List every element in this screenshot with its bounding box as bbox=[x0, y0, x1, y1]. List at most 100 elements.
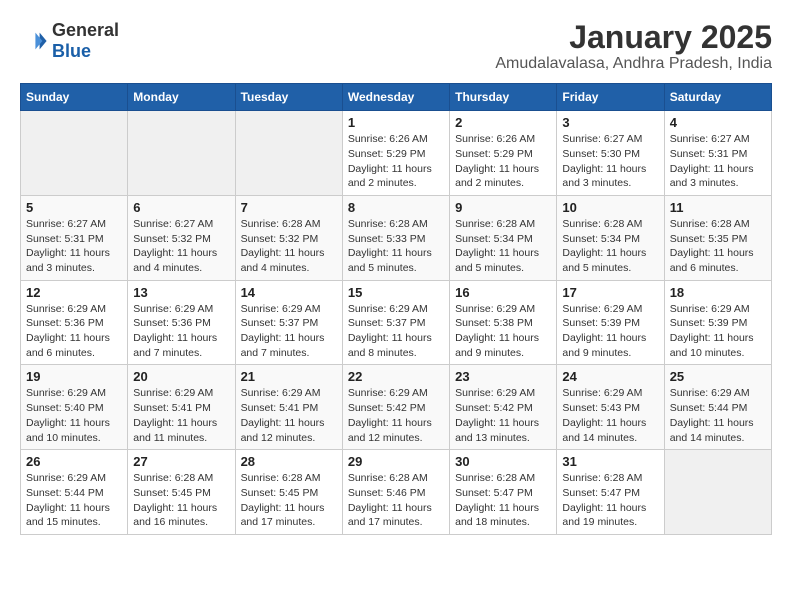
day-number: 4 bbox=[670, 115, 766, 130]
day-header-wednesday: Wednesday bbox=[342, 84, 449, 111]
calendar-cell: 15Sunrise: 6:29 AM Sunset: 5:37 PM Dayli… bbox=[342, 280, 449, 365]
day-number: 2 bbox=[455, 115, 551, 130]
calendar-week-row: 26 Sunrise: 6:29 AM Sunset: 5:44 PM Dayli… bbox=[21, 450, 772, 535]
day-number: 30 bbox=[455, 454, 551, 469]
day-number: 16 bbox=[455, 285, 551, 300]
day-info: Sunrise: 6:28 AM Sunset: 5:32 PM Dayligh… bbox=[241, 217, 337, 276]
calendar-table: SundayMondayTuesdayWednesdayThursdayFrid… bbox=[20, 83, 772, 535]
day-number: 21 bbox=[241, 369, 337, 384]
calendar-cell: 4 Sunrise: 6:27 AM Sunset: 5:31 PM Daylig… bbox=[664, 111, 771, 196]
day-number: 20 bbox=[133, 369, 229, 384]
day-number: 19 bbox=[26, 369, 122, 384]
calendar-week-row: 5 Sunrise: 6:27 AM Sunset: 5:31 PM Daylig… bbox=[21, 195, 772, 280]
calendar-cell: 20 Sunrise: 6:29 AM Sunset: 5:41 PM Dayli… bbox=[128, 365, 235, 450]
day-number: 13 bbox=[133, 285, 229, 300]
month-title: January 2025 bbox=[495, 20, 772, 55]
logo-blue: Blue bbox=[52, 41, 119, 62]
calendar-cell: 31Sunrise: 6:28 AM Sunset: 5:47 PM Dayli… bbox=[557, 450, 664, 535]
calendar-cell: 22 Sunrise: 6:29 AM Sunset: 5:42 PM Dayli… bbox=[342, 365, 449, 450]
calendar-week-row: 19Sunrise: 6:29 AM Sunset: 5:40 PM Dayli… bbox=[21, 365, 772, 450]
day-number: 28 bbox=[241, 454, 337, 469]
calendar-cell: 7Sunrise: 6:28 AM Sunset: 5:32 PM Daylig… bbox=[235, 195, 342, 280]
calendar-cell: 27Sunrise: 6:28 AM Sunset: 5:45 PM Dayli… bbox=[128, 450, 235, 535]
day-info: Sunrise: 6:28 AM Sunset: 5:35 PM Dayligh… bbox=[670, 217, 766, 276]
day-info: Sunrise: 6:29 AM Sunset: 5:41 PM Dayligh… bbox=[133, 386, 229, 445]
day-number: 9 bbox=[455, 200, 551, 215]
calendar-cell: 26 Sunrise: 6:29 AM Sunset: 5:44 PM Dayli… bbox=[21, 450, 128, 535]
day-number: 1 bbox=[348, 115, 444, 130]
day-number: 11 bbox=[670, 200, 766, 215]
day-info: Sunrise: 6:28 AM Sunset: 5:47 PM Dayligh… bbox=[455, 471, 551, 530]
day-info: Sunrise: 6:29 AM Sunset: 5:41 PM Dayligh… bbox=[241, 386, 337, 445]
day-info: Sunrise: 6:29 AM Sunset: 5:39 PM Dayligh… bbox=[562, 302, 658, 361]
day-info: Sunrise: 6:29 AM Sunset: 5:36 PM Dayligh… bbox=[26, 302, 122, 361]
calendar-cell: 13Sunrise: 6:29 AM Sunset: 5:36 PM Dayli… bbox=[128, 280, 235, 365]
calendar-cell: 19Sunrise: 6:29 AM Sunset: 5:40 PM Dayli… bbox=[21, 365, 128, 450]
day-header-friday: Friday bbox=[557, 84, 664, 111]
day-header-saturday: Saturday bbox=[664, 84, 771, 111]
day-number: 8 bbox=[348, 200, 444, 215]
day-info: Sunrise: 6:28 AM Sunset: 5:45 PM Dayligh… bbox=[241, 471, 337, 530]
calendar-cell bbox=[128, 111, 235, 196]
day-info: Sunrise: 6:29 AM Sunset: 5:38 PM Dayligh… bbox=[455, 302, 551, 361]
day-number: 14 bbox=[241, 285, 337, 300]
calendar-week-row: 12 Sunrise: 6:29 AM Sunset: 5:36 PM Dayli… bbox=[21, 280, 772, 365]
day-info: Sunrise: 6:29 AM Sunset: 5:37 PM Dayligh… bbox=[241, 302, 337, 361]
calendar-cell bbox=[235, 111, 342, 196]
calendar-header-row: SundayMondayTuesdayWednesdayThursdayFrid… bbox=[21, 84, 772, 111]
day-info: Sunrise: 6:27 AM Sunset: 5:31 PM Dayligh… bbox=[670, 132, 766, 191]
calendar-cell: 28 Sunrise: 6:28 AM Sunset: 5:45 PM Dayli… bbox=[235, 450, 342, 535]
calendar-cell bbox=[664, 450, 771, 535]
calendar-cell: 23 Sunrise: 6:29 AM Sunset: 5:42 PM Dayli… bbox=[450, 365, 557, 450]
day-info: Sunrise: 6:26 AM Sunset: 5:29 PM Dayligh… bbox=[348, 132, 444, 191]
calendar-cell: 11 Sunrise: 6:28 AM Sunset: 5:35 PM Dayli… bbox=[664, 195, 771, 280]
calendar-cell: 29 Sunrise: 6:28 AM Sunset: 5:46 PM Dayli… bbox=[342, 450, 449, 535]
day-number: 17 bbox=[562, 285, 658, 300]
title-section: January 2025 Amudalavalasa, Andhra Prade… bbox=[495, 20, 772, 73]
day-info: Sunrise: 6:27 AM Sunset: 5:30 PM Dayligh… bbox=[562, 132, 658, 191]
day-number: 12 bbox=[26, 285, 122, 300]
calendar-cell: 1 Sunrise: 6:26 AM Sunset: 5:29 PM Daylig… bbox=[342, 111, 449, 196]
day-header-thursday: Thursday bbox=[450, 84, 557, 111]
day-info: Sunrise: 6:29 AM Sunset: 5:43 PM Dayligh… bbox=[562, 386, 658, 445]
day-number: 27 bbox=[133, 454, 229, 469]
day-number: 22 bbox=[348, 369, 444, 384]
day-info: Sunrise: 6:28 AM Sunset: 5:34 PM Dayligh… bbox=[562, 217, 658, 276]
day-number: 24 bbox=[562, 369, 658, 384]
day-info: Sunrise: 6:29 AM Sunset: 5:44 PM Dayligh… bbox=[670, 386, 766, 445]
calendar-cell: 5 Sunrise: 6:27 AM Sunset: 5:31 PM Daylig… bbox=[21, 195, 128, 280]
page-header: General Blue January 2025 Amudalavalasa,… bbox=[20, 20, 772, 73]
calendar-cell: 9Sunrise: 6:28 AM Sunset: 5:34 PM Daylig… bbox=[450, 195, 557, 280]
calendar-cell: 21 Sunrise: 6:29 AM Sunset: 5:41 PM Dayli… bbox=[235, 365, 342, 450]
calendar-cell: 14 Sunrise: 6:29 AM Sunset: 5:37 PM Dayli… bbox=[235, 280, 342, 365]
calendar-cell: 8Sunrise: 6:28 AM Sunset: 5:33 PM Daylig… bbox=[342, 195, 449, 280]
calendar-cell: 10Sunrise: 6:28 AM Sunset: 5:34 PM Dayli… bbox=[557, 195, 664, 280]
logo-general: General bbox=[52, 20, 119, 41]
calendar-cell: 2 Sunrise: 6:26 AM Sunset: 5:29 PM Daylig… bbox=[450, 111, 557, 196]
day-info: Sunrise: 6:28 AM Sunset: 5:46 PM Dayligh… bbox=[348, 471, 444, 530]
calendar-cell: 12 Sunrise: 6:29 AM Sunset: 5:36 PM Dayli… bbox=[21, 280, 128, 365]
day-number: 26 bbox=[26, 454, 122, 469]
day-number: 3 bbox=[562, 115, 658, 130]
location-title: Amudalavalasa, Andhra Pradesh, India bbox=[495, 55, 772, 73]
calendar-cell: 18Sunrise: 6:29 AM Sunset: 5:39 PM Dayli… bbox=[664, 280, 771, 365]
day-number: 23 bbox=[455, 369, 551, 384]
day-number: 31 bbox=[562, 454, 658, 469]
day-info: Sunrise: 6:26 AM Sunset: 5:29 PM Dayligh… bbox=[455, 132, 551, 191]
day-info: Sunrise: 6:29 AM Sunset: 5:42 PM Dayligh… bbox=[455, 386, 551, 445]
calendar-cell: 30 Sunrise: 6:28 AM Sunset: 5:47 PM Dayli… bbox=[450, 450, 557, 535]
logo-text: General Blue bbox=[52, 20, 119, 62]
day-header-sunday: Sunday bbox=[21, 84, 128, 111]
day-info: Sunrise: 6:27 AM Sunset: 5:32 PM Dayligh… bbox=[133, 217, 229, 276]
calendar-cell: 16 Sunrise: 6:29 AM Sunset: 5:38 PM Dayli… bbox=[450, 280, 557, 365]
day-number: 29 bbox=[348, 454, 444, 469]
day-number: 5 bbox=[26, 200, 122, 215]
calendar-cell: 17 Sunrise: 6:29 AM Sunset: 5:39 PM Dayli… bbox=[557, 280, 664, 365]
day-info: Sunrise: 6:27 AM Sunset: 5:31 PM Dayligh… bbox=[26, 217, 122, 276]
day-header-monday: Monday bbox=[128, 84, 235, 111]
logo: General Blue bbox=[20, 20, 119, 62]
day-header-tuesday: Tuesday bbox=[235, 84, 342, 111]
day-info: Sunrise: 6:29 AM Sunset: 5:44 PM Dayligh… bbox=[26, 471, 122, 530]
day-number: 18 bbox=[670, 285, 766, 300]
day-info: Sunrise: 6:29 AM Sunset: 5:42 PM Dayligh… bbox=[348, 386, 444, 445]
